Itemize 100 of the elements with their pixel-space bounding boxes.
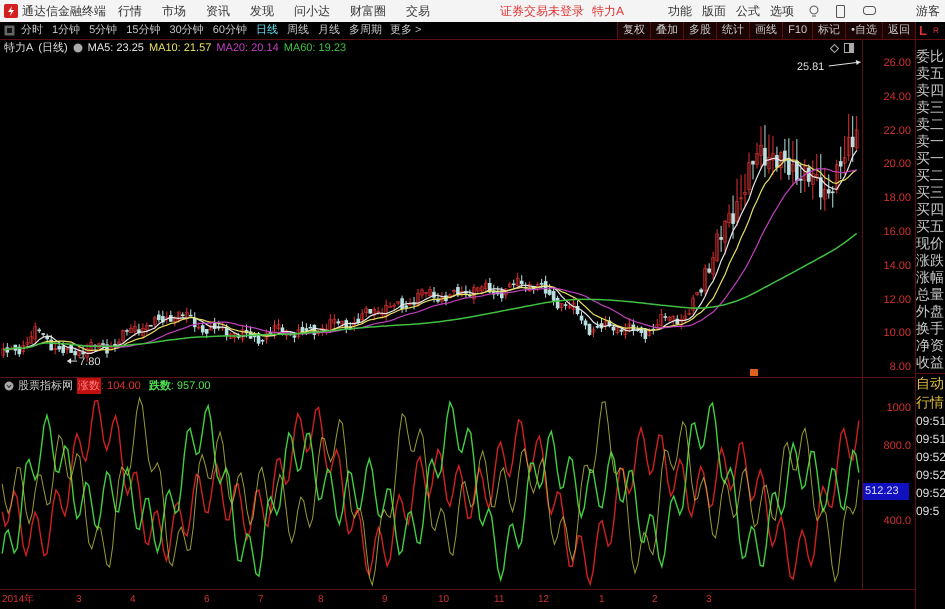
- collapse-icon[interactable]: [4, 381, 14, 391]
- login-status[interactable]: 证券交易未登录: [500, 2, 584, 20]
- date-axis-label: 3: [706, 593, 712, 607]
- menu-item[interactable]: 行情: [118, 2, 142, 20]
- date-axis-label: 2014年: [2, 593, 34, 607]
- toolbar-button[interactable]: F10: [782, 22, 812, 39]
- left-marker[interactable]: L: [919, 20, 927, 40]
- date-axis-label: 7: [258, 593, 264, 607]
- price-axis-label: 22.00: [883, 124, 911, 139]
- trade-time: 09:5: [916, 503, 940, 520]
- lightbulb-icon[interactable]: [808, 5, 820, 17]
- chart-title: 特力A: [4, 40, 34, 56]
- price-axis-label: 24.00: [883, 90, 911, 105]
- menu-item[interactable]: 财富圈: [350, 2, 386, 20]
- quote-field-label: 收益: [916, 354, 945, 371]
- date-axis-label: 4: [130, 593, 136, 607]
- date-axis-label: 6: [204, 593, 210, 607]
- menu-item[interactable]: 选项: [770, 2, 794, 20]
- period-tab[interactable]: 周线: [287, 22, 309, 39]
- indicator-axis-label: 1000: [886, 401, 911, 416]
- phone-icon[interactable]: [836, 4, 846, 18]
- fall-value: : 957.00: [170, 378, 211, 394]
- stock-name: 特力A: [592, 3, 624, 20]
- period-tab[interactable]: 月线: [318, 22, 340, 39]
- period-tab[interactable]: 1分钟: [52, 22, 80, 39]
- price-axis-label: 26.00: [883, 56, 911, 71]
- menu-item[interactable]: 公式: [736, 2, 760, 20]
- low-price-label: 7.80: [79, 356, 100, 368]
- toolbar-button[interactable]: 叠加: [650, 22, 684, 39]
- toolbar-button[interactable]: 返回: [882, 22, 915, 39]
- quote-field-label: 卖四: [916, 82, 945, 99]
- indicator-value: MA10: 21.57: [148, 40, 212, 56]
- toolbar-button[interactable]: 标记: [812, 22, 846, 39]
- indicator-value: MA60: 19.23: [284, 40, 346, 56]
- quote-field-label: 委比: [916, 48, 945, 65]
- more-link[interactable]: 更多 >: [390, 22, 422, 39]
- menu-item[interactable]: 功能: [668, 2, 692, 20]
- toolbar-button[interactable]: 统计: [716, 22, 750, 39]
- period-tab[interactable]: 60分钟: [212, 22, 247, 39]
- user-name[interactable]: 游客: [916, 2, 940, 20]
- menu-item[interactable]: 资讯: [206, 2, 230, 20]
- panel-icon[interactable]: [844, 43, 854, 53]
- square-icon[interactable]: [4, 25, 15, 36]
- trade-time: 09:52: [916, 449, 945, 466]
- date-axis-label: 1: [599, 593, 605, 607]
- diamond-icon[interactable]: [830, 44, 839, 52]
- toolbar-button[interactable]: 多股: [683, 22, 716, 39]
- quote-field-label: 换手: [916, 320, 945, 337]
- price-axis-label: 20.00: [883, 157, 911, 172]
- menu-item[interactable]: 问小达: [294, 2, 330, 20]
- current-value-tag: 512.23: [863, 483, 909, 500]
- quote-field-label: 现价: [916, 235, 945, 252]
- toolbar-button[interactable]: •自选: [845, 22, 882, 39]
- quote-field-label: 卖五: [916, 65, 945, 82]
- quote-field-label: 买三: [916, 184, 945, 201]
- side-tab[interactable]: 行情: [916, 393, 945, 412]
- quote-field-label: 买五: [916, 218, 945, 235]
- menu-item[interactable]: 交易: [406, 2, 430, 20]
- trade-time: 09:51: [916, 431, 945, 448]
- toolbar-button[interactable]: 复权: [617, 22, 650, 39]
- trade-time: 09:52: [916, 467, 945, 484]
- menu-item[interactable]: 市场: [162, 2, 186, 20]
- quote-field-label: 买四: [916, 201, 945, 218]
- menu-item[interactable]: 版面: [702, 2, 726, 20]
- menu-item[interactable]: 发现: [250, 2, 274, 20]
- right-marker[interactable]: R: [932, 24, 939, 36]
- date-axis-label: 12: [538, 593, 550, 607]
- quote-field-label: 卖二: [916, 116, 945, 133]
- price-axis-label: 18.00: [883, 191, 911, 206]
- date-axis-label: 2: [652, 593, 658, 607]
- period-tab[interactable]: 多周期: [349, 22, 382, 39]
- price-axis-label: 8.00: [890, 360, 911, 376]
- quote-field-label: 卖三: [916, 99, 945, 116]
- period-tab[interactable]: 5分钟: [89, 22, 118, 39]
- quote-field-label: 买一: [916, 150, 945, 167]
- event-marker-icon[interactable]: [750, 369, 758, 376]
- indicator-axis-label: 800.0: [883, 439, 911, 454]
- period-tab[interactable]: 分时: [21, 22, 43, 39]
- circle-icon[interactable]: [72, 43, 83, 53]
- message-icon[interactable]: [863, 6, 876, 16]
- rise-label: 涨数: [77, 378, 101, 394]
- trade-time: 09:51: [916, 413, 945, 430]
- indicator-axis-label: 400.0: [883, 514, 911, 529]
- trade-time: 09:52: [916, 485, 945, 502]
- date-axis-label: 11: [494, 593, 504, 607]
- date-axis-label: 9: [382, 593, 388, 607]
- period-tab[interactable]: 15分钟: [126, 22, 160, 39]
- period-tab[interactable]: 30分钟: [170, 22, 204, 39]
- price-axis-label: 16.00: [883, 225, 911, 240]
- quote-field-label: 总量: [916, 286, 945, 303]
- side-tab[interactable]: 自动: [916, 374, 945, 393]
- toolbar-button[interactable]: 画线: [749, 22, 782, 39]
- quote-field-label: 净资: [916, 337, 945, 354]
- price-axis-label: 10.00: [883, 326, 911, 342]
- date-axis-label: 10: [438, 593, 450, 607]
- high-price-label: 25.81: [796, 60, 824, 73]
- date-axis-label: 3: [76, 593, 82, 607]
- indicator-title: 股票指标网: [18, 378, 73, 394]
- indicator-value: MA5: 23.25: [88, 40, 144, 56]
- period-tab[interactable]: 日线: [256, 22, 278, 39]
